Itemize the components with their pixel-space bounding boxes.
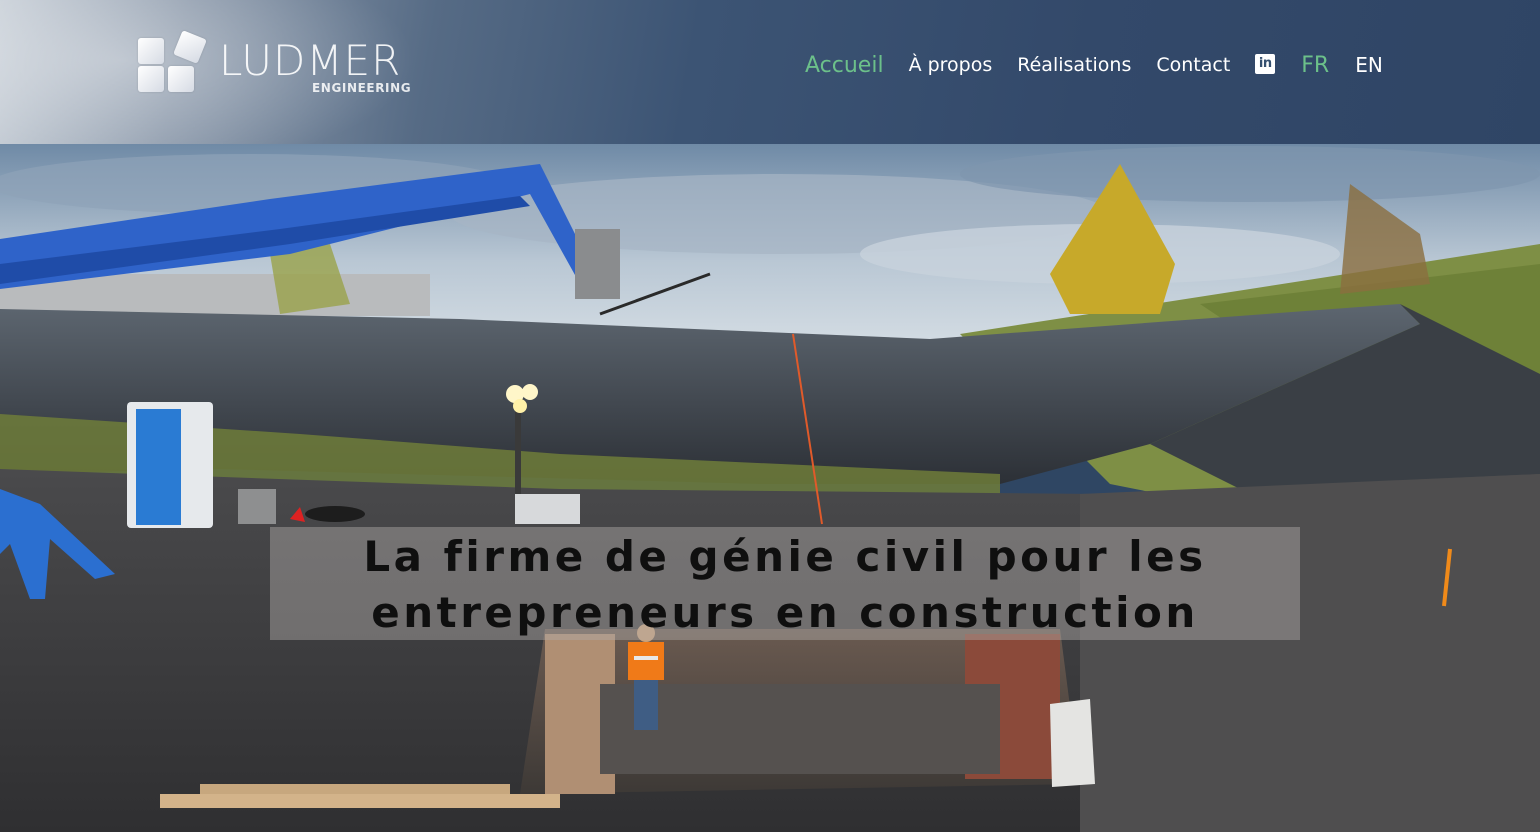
language-fr[interactable]: FR <box>1301 53 1329 78</box>
site-header: LUDMER ENGINEERING Accueil À propos Réal… <box>0 0 1540 144</box>
hero-tagline-line-1: La firme de génie civil pour les <box>363 532 1207 581</box>
nav-link-accueil[interactable]: Accueil <box>805 53 884 78</box>
nav-link-a-propos[interactable]: À propos <box>909 54 993 76</box>
language-en[interactable]: EN <box>1355 53 1383 77</box>
logo-subtitle: ENGINEERING <box>312 81 412 95</box>
linkedin-icon[interactable]: in <box>1255 53 1276 74</box>
company-logo[interactable]: LUDMER ENGINEERING <box>137 30 437 100</box>
logo-name: LUDMER <box>219 36 402 85</box>
hero-background-image <box>0 144 1540 832</box>
nav-link-contact[interactable]: Contact <box>1156 54 1230 76</box>
hero-section: La firme de génie civil pour les entrepr… <box>0 144 1540 832</box>
logo-mark-icon <box>137 30 209 92</box>
main-nav: Accueil À propos Réalisations Contact in… <box>805 50 1409 80</box>
hero-tagline: La firme de génie civil pour les entrepr… <box>270 527 1300 641</box>
hero-tagline-line-2: entrepreneurs en construction <box>371 588 1199 637</box>
nav-link-realisations[interactable]: Réalisations <box>1017 54 1131 76</box>
